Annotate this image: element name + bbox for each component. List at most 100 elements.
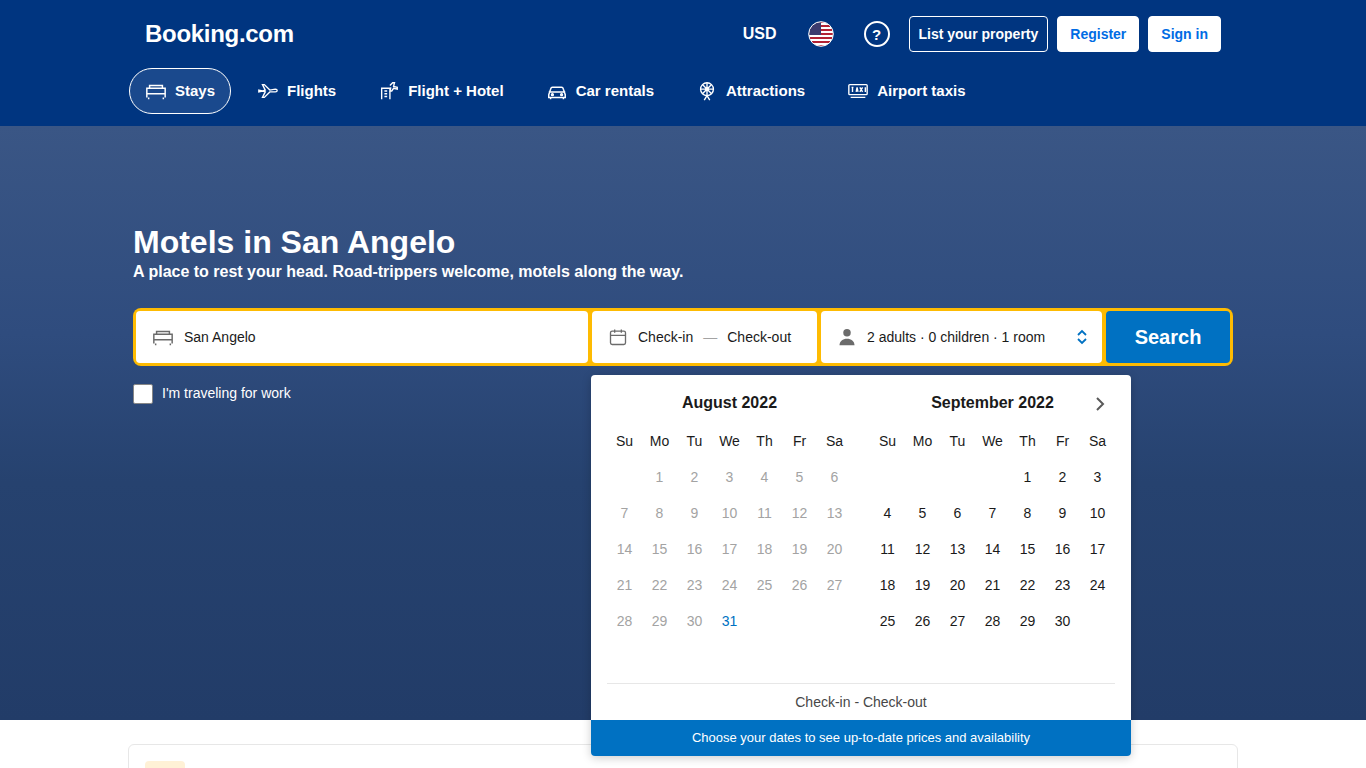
logo[interactable]: Booking.com [145,16,294,52]
calendar-day[interactable]: 28 [975,603,1010,639]
calendar-day[interactable]: 1 [1010,459,1045,495]
calendar-day[interactable]: 5 [905,495,940,531]
nav-item[interactable]: Attractions [680,68,821,114]
day-number: 12 [915,539,931,560]
hero-title: Motels in San Angelo [133,222,1238,262]
calendar-day[interactable]: 7 [975,495,1010,531]
calendar-day[interactable]: 3 [1080,459,1115,495]
calendar-day[interactable]: 14 [975,531,1010,567]
day-number: 5 [919,503,927,524]
day-number: 23 [687,575,703,596]
weekday: Mo [642,431,677,452]
calendar-day[interactable]: 26 [905,603,940,639]
dates-field[interactable]: Check-in — Check-out [592,311,817,363]
search-bar: Check-in — Check-out 2 adults · 0 childr… [133,308,1233,366]
calendar-day: 27 [817,567,852,603]
calendar-day: 24 [712,567,747,603]
empty-cell [607,459,642,495]
calendar-day[interactable]: 6 [940,495,975,531]
calendar-day[interactable]: 20 [940,567,975,603]
month: September 2022SuMoTuWeThFrSa123456789101… [870,387,1115,675]
destination-input[interactable] [184,327,576,348]
calendar-icon [608,327,628,347]
help-button[interactable]: ? [864,21,890,47]
check-out-label[interactable]: Check-out [727,327,791,348]
calendar-day[interactable]: 2 [1045,459,1080,495]
calendar-day[interactable]: 15 [1010,531,1045,567]
day-number: 14 [617,539,633,560]
nav-item[interactable]: Flight + Hotel [362,68,519,114]
next-month-icon[interactable] [1089,393,1111,415]
check-in-label[interactable]: Check-in [638,327,693,348]
calendar-day[interactable]: 12 [905,531,940,567]
day-number: 20 [950,575,966,596]
destination-field[interactable] [136,311,588,363]
calendar-day[interactable]: 16 [1045,531,1080,567]
day-number: 8 [656,503,664,524]
calendar-day: 25 [747,567,782,603]
calendar-day[interactable]: 19 [905,567,940,603]
guests-field[interactable]: 2 adults · 0 children · 1 room [821,311,1102,363]
day-number: 30 [687,611,703,632]
bed-icon [145,80,167,102]
weekday: Su [607,431,642,452]
hero-subtitle: A place to rest your head. Road-trippers… [133,262,1238,282]
day-number: 1 [1024,467,1032,488]
calendar-day[interactable]: 30 [1045,603,1080,639]
calendar-day[interactable]: 10 [1080,495,1115,531]
day-number: 24 [1090,575,1106,596]
calendar-day[interactable]: 22 [1010,567,1045,603]
calendar-day[interactable]: 29 [1010,603,1045,639]
weekday: Tu [677,431,712,452]
empty-cell [940,459,975,495]
search-button[interactable]: Search [1106,311,1230,363]
day-number: 17 [722,539,738,560]
day-number: 4 [761,467,769,488]
calendar-day[interactable]: 8 [1010,495,1045,531]
calendar-day[interactable]: 4 [870,495,905,531]
nav-item[interactable]: Car rentals [530,68,670,114]
day-number: 22 [1020,575,1036,596]
calendar-day[interactable]: 13 [940,531,975,567]
header-button[interactable]: Sign in [1148,16,1221,52]
calendar-day[interactable]: 31 [712,603,747,639]
calendar-day[interactable]: 9 [1045,495,1080,531]
nav-label: Car rentals [576,80,654,103]
calendar-day: 29 [642,603,677,639]
day-grid: 1234567891011121314151617181920212223242… [870,459,1115,675]
guests-summary: 2 adults · 0 children · 1 room [867,327,1066,348]
work-trip-checkbox[interactable] [133,384,153,404]
calendar-day[interactable]: 27 [940,603,975,639]
calendar-day[interactable]: 25 [870,603,905,639]
nav-label: Airport taxis [877,80,965,103]
weekday: Sa [1080,431,1115,452]
search-area: Check-in — Check-out 2 adults · 0 childr… [133,308,1233,404]
calendar-day[interactable]: 23 [1045,567,1080,603]
calendar-day: 20 [817,531,852,567]
nav-item[interactable]: Stays [129,68,231,114]
header-button[interactable]: List your property [909,16,1049,52]
day-number: 6 [831,467,839,488]
weekday-row: SuMoTuWeThFrSa [870,423,1115,459]
calendar-day[interactable]: 17 [1080,531,1115,567]
nav-label: Flight + Hotel [408,80,503,103]
month-title: August 2022 [607,387,852,419]
calendar-day[interactable]: 18 [870,567,905,603]
calendar-day[interactable]: 11 [870,531,905,567]
weekday: Su [870,431,905,452]
calendar-day[interactable]: 24 [1080,567,1115,603]
language-button[interactable] [808,21,834,47]
nav-item[interactable]: Airport taxis [831,68,981,114]
plane-icon [257,80,279,102]
header-button[interactable]: Register [1057,16,1139,52]
day-number: 13 [827,503,843,524]
calendar-day: 16 [677,531,712,567]
info-icon [145,761,185,768]
calendar-months: August 2022SuMoTuWeThFrSa123456789101112… [607,387,1115,675]
nav-item[interactable]: Flights [241,68,352,114]
calendar-day: 13 [817,495,852,531]
day-number: 31 [722,611,738,632]
calendar-day[interactable]: 21 [975,567,1010,603]
ferris-wheel-icon [696,80,718,102]
currency-button[interactable]: USD [743,14,777,54]
